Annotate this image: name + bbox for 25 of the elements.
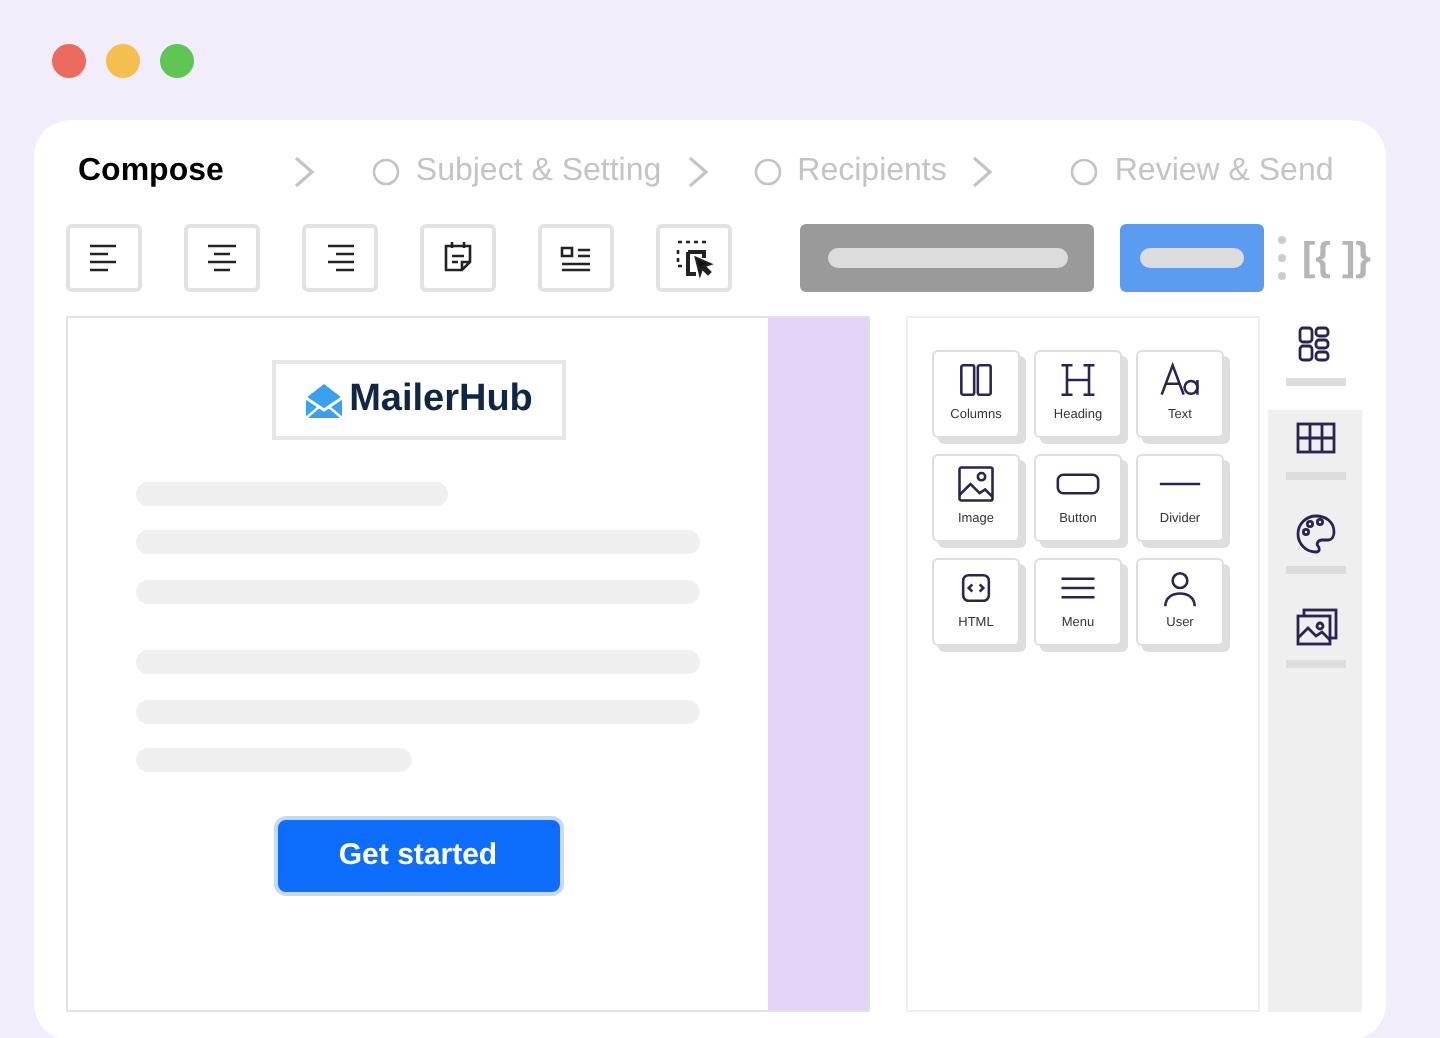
- toolbar-button[interactable]: [184, 224, 260, 292]
- get-started-button[interactable]: Get started: [273, 816, 563, 896]
- brand-name: MailerHub: [349, 375, 533, 424]
- chevron-icon: [291, 154, 316, 190]
- palette-icon: [1293, 512, 1337, 554]
- toolbar-button[interactable]: [66, 224, 142, 292]
- images-icon: [1293, 606, 1337, 648]
- circle-icon: [753, 158, 782, 186]
- toolbar-button[interactable]: [302, 224, 378, 292]
- chevron-icon: [970, 154, 995, 190]
- divider-icon: [1158, 480, 1202, 488]
- circle-icon: [371, 158, 400, 186]
- user-icon: [1158, 566, 1202, 610]
- image-icon: [954, 462, 998, 506]
- chevron-icon: [685, 154, 710, 190]
- sidebar-tab[interactable]: [1268, 410, 1362, 504]
- toolbar-button[interactable]: [656, 224, 732, 292]
- select-icon: [672, 236, 716, 280]
- envelope-icon: [303, 381, 344, 419]
- toolbar-button[interactable]: [538, 224, 614, 292]
- heading-icon: [1056, 358, 1100, 402]
- circle-icon: [1070, 158, 1099, 186]
- toolbar-button[interactable]: [420, 224, 496, 292]
- columns-icon: [954, 358, 998, 402]
- step-tab[interactable]: Compose: [78, 148, 224, 196]
